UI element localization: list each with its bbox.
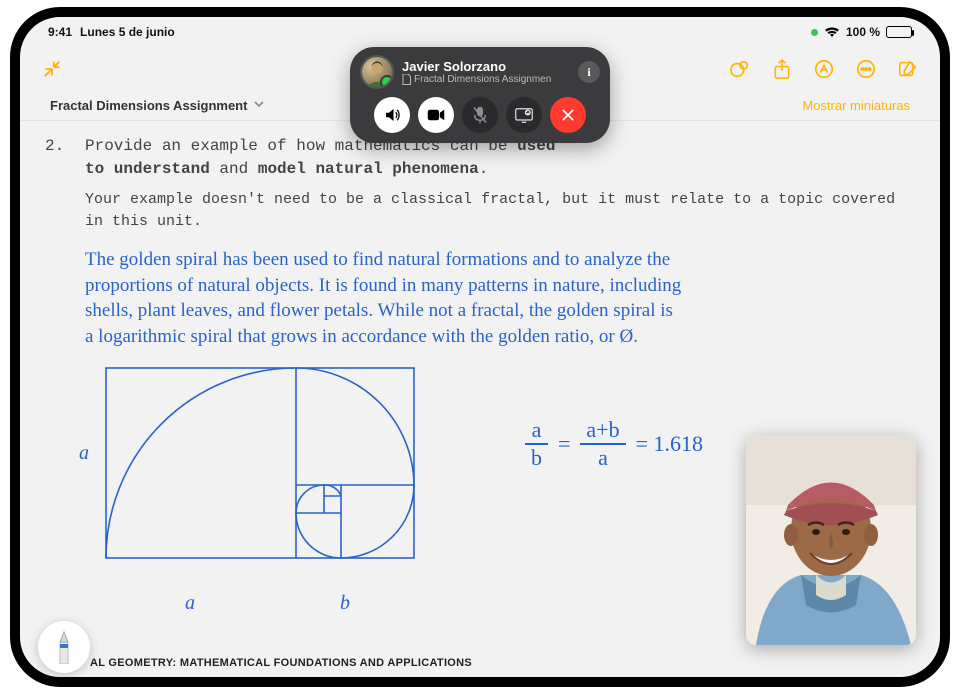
pencil-tool-button[interactable] bbox=[38, 621, 90, 673]
close-icon bbox=[560, 107, 576, 123]
fraction-aplusb-a: a+b a bbox=[580, 417, 625, 471]
screenshare-button[interactable] bbox=[506, 97, 542, 133]
question-text-segment: and bbox=[210, 160, 258, 178]
note-title-text: Fractal Dimensions Assignment bbox=[50, 98, 247, 113]
camera-button[interactable] bbox=[418, 97, 454, 133]
compose-icon[interactable] bbox=[896, 57, 920, 81]
status-date: Lunes 5 de junio bbox=[80, 25, 175, 39]
collapse-icon[interactable] bbox=[40, 57, 64, 81]
camera-in-use-indicator-icon bbox=[811, 29, 818, 36]
handwriting-line: a logarithmic spiral that grows in accor… bbox=[85, 324, 900, 350]
fraction-top: a bbox=[526, 417, 548, 443]
pencil-icon bbox=[53, 630, 75, 664]
label-a-left: a bbox=[79, 442, 89, 465]
self-view-image bbox=[746, 435, 916, 645]
page-footer-text: AL GEOMETRY: MATHEMATICAL FOUNDATIONS AN… bbox=[90, 657, 472, 669]
note-title-dropdown[interactable]: Fractal Dimensions Assignment bbox=[50, 98, 265, 113]
golden-ratio-equation: a b = a+b a = 1.618 bbox=[525, 417, 703, 471]
wifi-icon bbox=[824, 26, 840, 38]
chevron-down-icon bbox=[253, 98, 265, 113]
speaker-icon bbox=[383, 106, 401, 124]
mute-button[interactable] bbox=[462, 97, 498, 133]
caller-name: Javier Solorzano bbox=[402, 59, 570, 74]
handwriting-line: The golden spiral has been used to find … bbox=[85, 247, 900, 273]
status-time: 9:41 bbox=[48, 25, 72, 39]
question-number: 2. bbox=[45, 135, 64, 158]
end-call-button[interactable] bbox=[550, 97, 586, 133]
label-b-bottom: b bbox=[340, 592, 350, 615]
facetime-controls bbox=[360, 97, 600, 133]
handwritten-answer: The golden spiral has been used to find … bbox=[85, 247, 900, 350]
share-icon[interactable] bbox=[770, 57, 794, 81]
screen-share-icon bbox=[515, 108, 533, 123]
equals-sign: = bbox=[558, 431, 570, 457]
battery-icon bbox=[886, 26, 912, 38]
fraction-top: a+b bbox=[580, 417, 625, 443]
handwriting-line: proportions of natural objects. It is fo… bbox=[85, 273, 900, 299]
question-subtext: Your example doesn't need to be a classi… bbox=[85, 189, 900, 233]
more-icon[interactable] bbox=[854, 57, 878, 81]
microphone-off-icon bbox=[472, 106, 488, 124]
caller-info: Javier Solorzano Fractal Dimensions Assi… bbox=[402, 59, 570, 85]
show-thumbnails-button[interactable]: Mostrar miniaturas bbox=[802, 98, 910, 113]
fraction-ab: a b bbox=[525, 417, 548, 471]
document-icon bbox=[402, 74, 411, 85]
shared-doc-text: Fractal Dimensions Assignmen bbox=[414, 74, 551, 85]
speaker-button[interactable] bbox=[374, 97, 410, 133]
video-camera-icon bbox=[427, 108, 445, 122]
status-bar: 9:41 Lunes 5 de junio 100 % bbox=[20, 17, 940, 47]
golden-spiral-drawing: a a b bbox=[85, 367, 415, 587]
equals-value: = 1.618 bbox=[636, 431, 703, 457]
ipad-frame: 9:41 Lunes 5 de junio 100 % bbox=[10, 7, 950, 687]
info-button[interactable]: i bbox=[578, 61, 600, 83]
battery-percentage: 100 % bbox=[846, 25, 880, 39]
fraction-bottom: a bbox=[592, 445, 614, 471]
presence-badge-icon bbox=[380, 75, 394, 89]
object-capture-icon[interactable] bbox=[728, 57, 752, 81]
markup-icon[interactable] bbox=[812, 57, 836, 81]
question-bold-segment: to understand bbox=[85, 160, 210, 178]
fraction-bottom: b bbox=[525, 445, 548, 471]
label-a-bottom: a bbox=[185, 592, 195, 615]
shared-doc-label: Fractal Dimensions Assignmen bbox=[402, 74, 570, 85]
caller-avatar[interactable] bbox=[360, 55, 394, 89]
facetime-self-view[interactable] bbox=[746, 435, 916, 645]
question-bold-segment: model natural phenomena bbox=[258, 160, 479, 178]
handwriting-line: shells, plant leaves, and flower petals.… bbox=[85, 298, 900, 324]
facetime-panel[interactable]: Javier Solorzano Fractal Dimensions Assi… bbox=[350, 47, 610, 143]
question-text-segment: . bbox=[479, 160, 489, 178]
